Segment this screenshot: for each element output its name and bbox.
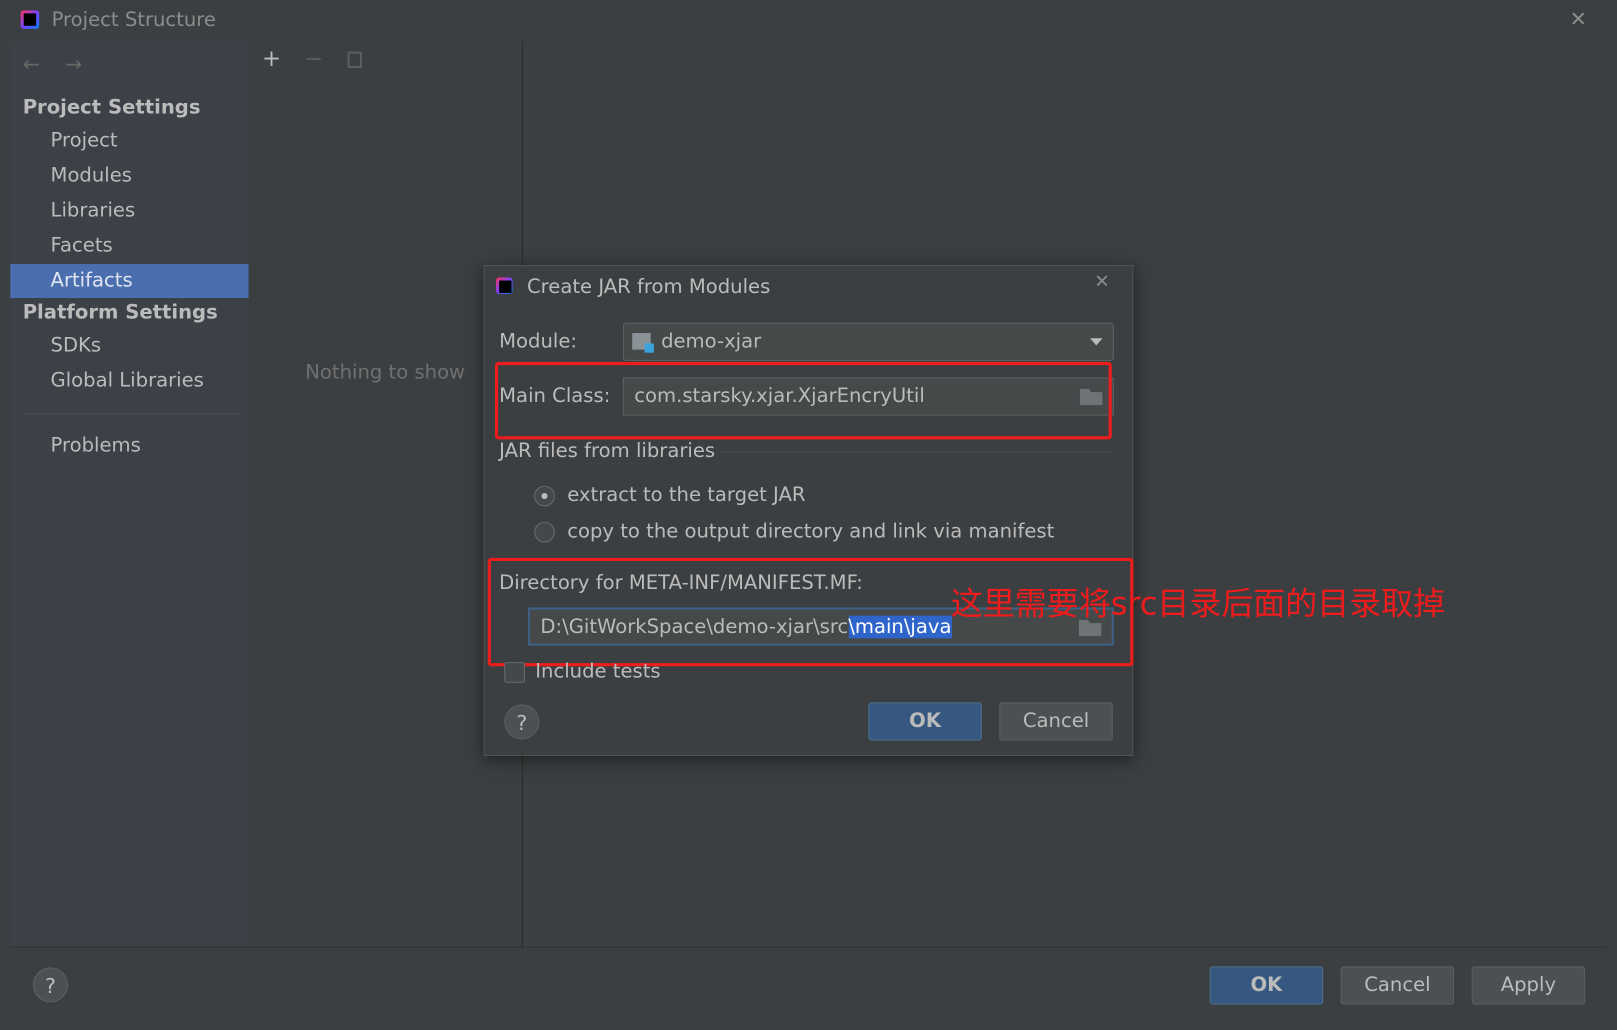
chevron-down-icon [1090,338,1103,346]
intellij-logo-icon [20,10,40,29]
forward-arrow-icon[interactable]: → [65,52,82,77]
radio-extract-label[interactable]: extract to the target JAR [567,484,805,507]
sidebar-item-project[interactable]: Project [51,129,118,152]
dialog-cancel-button[interactable]: Cancel [999,702,1113,741]
module-value: demo-xjar [661,330,762,353]
group-divider [721,451,1114,453]
sidebar-divider [22,413,240,415]
sidebar-item-sdks[interactable]: SDKs [51,334,102,357]
include-tests-checkbox[interactable] [504,662,525,683]
artifacts-list-panel [250,41,523,947]
dialog-title: Create JAR from Modules [526,275,771,299]
add-icon[interactable]: + [262,46,281,72]
highlight-box-main-class [495,361,1112,440]
annotation-text: 这里需要将src目录后面的目录取掉 [950,585,1446,623]
module-dropdown[interactable]: demo-xjar [622,322,1114,361]
jar-files-label: JAR files from libraries [499,439,716,463]
module-folder-icon [632,333,654,353]
window-title: Project Structure [51,8,216,31]
help-button[interactable]: ? [33,967,69,1003]
close-window-icon[interactable]: ✕ [1570,6,1587,31]
intellij-logo-icon [496,277,513,294]
radio-copy[interactable] [534,521,555,543]
cancel-button[interactable]: Cancel [1340,966,1455,1005]
include-tests-label[interactable]: Include tests [535,660,660,683]
sidebar-item-problems[interactable]: Problems [51,434,141,457]
create-jar-dialog: Create JAR from Modules ✕ Module: demo-x… [483,265,1134,756]
close-dialog-icon[interactable]: ✕ [1094,271,1110,293]
project-structure-window: Project Structure ✕ ← → Project Settings… [0,0,1617,1030]
radio-extract[interactable] [534,485,555,507]
ok-button[interactable]: OK [1209,966,1324,1005]
sidebar-item-artifacts[interactable]: Artifacts [51,269,133,292]
remove-icon[interactable]: − [304,46,323,72]
radio-copy-label[interactable]: copy to the output directory and link vi… [567,520,1054,543]
title-bar: Project Structure ✕ [0,0,1617,42]
back-arrow-icon[interactable]: ← [23,52,40,77]
dialog-help-button[interactable]: ? [504,704,540,740]
section-platform-settings: Platform Settings [22,301,218,324]
section-project-settings: Project Settings [22,95,201,119]
sidebar-item-global-libraries[interactable]: Global Libraries [51,369,204,392]
sidebar-item-libraries[interactable]: Libraries [51,199,136,222]
apply-button[interactable]: Apply [1471,966,1586,1005]
dialog-ok-button[interactable]: OK [868,702,982,741]
sidebar-item-modules[interactable]: Modules [51,164,132,187]
copy-icon[interactable] [347,51,362,69]
empty-list-text: Nothing to show [305,360,466,384]
sidebar-item-facets[interactable]: Facets [51,234,113,257]
module-label: Module: [499,330,578,353]
